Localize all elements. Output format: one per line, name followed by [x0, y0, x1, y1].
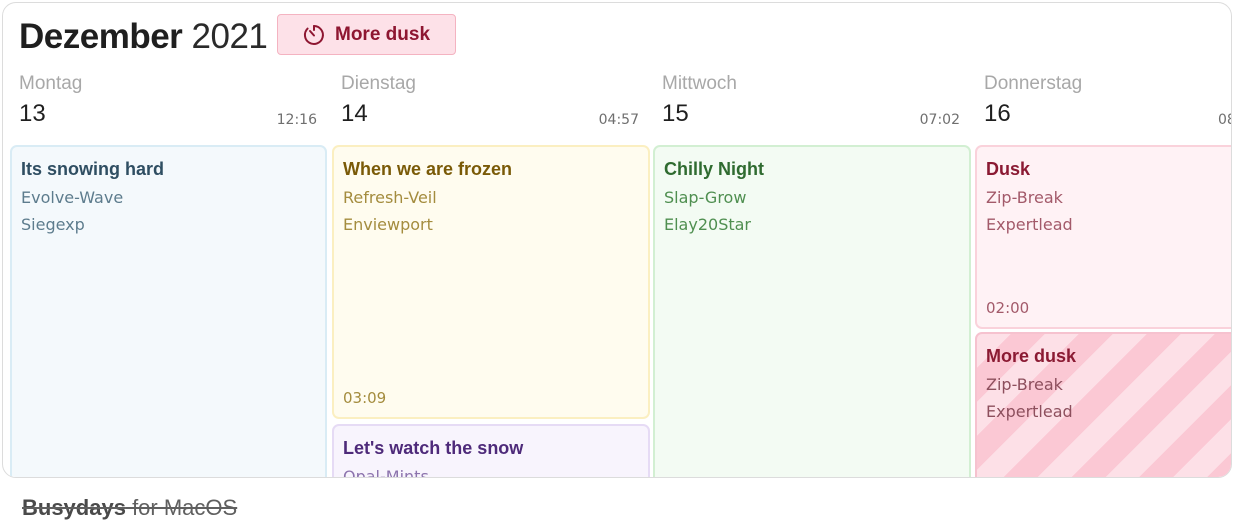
event-detail: Refresh-Veil — [343, 188, 437, 207]
day-time: 08 — [1218, 112, 1231, 128]
event-detail: Slap-Grow — [664, 188, 747, 207]
day-number: 13 — [19, 100, 46, 127]
calendar-title: Dezember 2021 — [19, 17, 268, 57]
day-time: 12:16 — [276, 112, 317, 128]
event-card[interactable]: Let's watch the snow Opal-Mints — [332, 424, 650, 478]
day-name: Dienstag — [341, 73, 416, 94]
event-card[interactable]: When we are frozen Refresh-Veil Enviewpo… — [332, 145, 650, 419]
event-card[interactable]: Its snowing hard Evolve-Wave Siegexp — [10, 145, 327, 477]
event-card[interactable]: Chilly Night Slap-Grow Elay20Star — [653, 145, 971, 477]
timer-icon — [302, 23, 326, 47]
current-event-badge[interactable]: More dusk — [277, 14, 456, 55]
day-name: Donnerstag — [984, 73, 1083, 94]
event-detail: Evolve-Wave — [21, 188, 124, 207]
event-detail: Expertlead — [986, 215, 1073, 234]
event-duration: 02:00 — [986, 299, 1030, 317]
day-header-tuesday[interactable]: Dienstag 14 04:57 — [341, 73, 639, 133]
calendar-window: Dezember 2021 More dusk Montag 13 12:16 … — [2, 2, 1232, 478]
day-header-thursday[interactable]: Donnerstag 16 08 — [984, 73, 1231, 133]
event-title: Dusk — [986, 159, 1031, 179]
day-number: 15 — [662, 100, 689, 127]
caption-brand: Busydays — [22, 495, 126, 520]
event-title: Its snowing hard — [21, 159, 165, 179]
day-header-monday[interactable]: Montag 13 12:16 — [19, 73, 317, 133]
day-number: 14 — [341, 100, 368, 127]
badge-label: More dusk — [335, 23, 431, 45]
day-time: 04:57 — [598, 112, 639, 128]
event-detail: Elay20Star — [664, 215, 751, 234]
day-name: Montag — [19, 73, 83, 94]
day-header-wednesday[interactable]: Mittwoch 15 07:02 — [662, 73, 960, 133]
day-time: 07:02 — [919, 112, 960, 128]
day-number: 16 — [984, 100, 1011, 127]
event-card[interactable]: Dusk Zip-Break Expertlead 02:00 — [975, 145, 1231, 329]
event-detail: Enviewport — [343, 215, 433, 234]
event-detail: Zip-Break — [986, 188, 1063, 207]
caption-text: for MacOS — [125, 495, 238, 520]
app-caption: Busydays for MacOS — [22, 494, 237, 522]
day-name: Mittwoch — [662, 73, 737, 94]
event-card-active[interactable]: More dusk Zip-Break Expertlead — [975, 332, 1231, 477]
event-title: More dusk — [986, 346, 1077, 366]
event-title: When we are frozen — [343, 159, 513, 179]
event-detail: Expertlead — [986, 402, 1073, 421]
event-title: Let's watch the snow — [343, 438, 524, 458]
event-detail: Zip-Break — [986, 375, 1063, 394]
month-label: Dezember — [19, 17, 183, 56]
event-duration: 03:09 — [343, 389, 387, 407]
year-label: 2021 — [191, 17, 268, 56]
event-detail: Siegexp — [21, 215, 85, 234]
event-detail: Opal-Mints — [343, 467, 429, 478]
event-title: Chilly Night — [664, 159, 764, 179]
